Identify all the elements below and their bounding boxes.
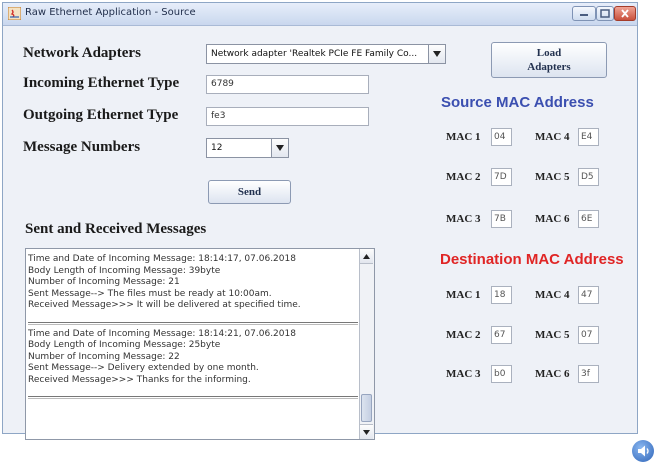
load-adapters-button[interactable]: Load Adapters: [491, 42, 607, 78]
message-numbers-value: 12: [211, 143, 223, 153]
main-panel: Network Adapters Incoming Ethernet Type …: [3, 26, 637, 440]
dest-mac4-input[interactable]: 47: [578, 286, 599, 304]
chevron-up-icon: [363, 253, 370, 259]
network-adapter-select[interactable]: Network adapter 'Realtek PCIe FE Family …: [206, 44, 446, 64]
maximize-button[interactable]: [596, 6, 614, 21]
network-adapters-label: Network Adapters: [23, 45, 141, 61]
window-title: Raw Ethernet Application - Source: [25, 7, 196, 18]
source-mac1-input[interactable]: 04: [491, 128, 512, 146]
outgoing-type-input[interactable]: fe3: [206, 107, 369, 126]
minimize-button[interactable]: [572, 6, 596, 21]
message-line: Sent Message--> Delivery extended by one…: [28, 363, 259, 373]
minimize-icon: [580, 14, 588, 16]
title-bar[interactable]: Raw Ethernet Application - Source: [3, 3, 637, 26]
source-mac2-input[interactable]: 7D: [491, 168, 512, 186]
scroll-down-button[interactable]: [360, 424, 373, 439]
source-mac1-label: MAC 1: [446, 131, 481, 143]
dest-mac5-input[interactable]: 07: [578, 326, 599, 344]
message-block-2: Time and Date of Incoming Message: 18:14…: [28, 329, 358, 387]
speaker-icon: [638, 445, 649, 457]
message-separator: [28, 396, 358, 399]
chevron-down-icon: [363, 429, 370, 435]
message-line: Body Length of Incoming Message: 25byte: [28, 340, 221, 350]
close-button[interactable]: [614, 6, 636, 21]
incoming-type-label: Incoming Ethernet Type: [23, 75, 180, 91]
dest-mac3-input[interactable]: b0: [491, 365, 512, 383]
java-app-icon: [8, 7, 21, 20]
chevron-down-icon: [433, 51, 441, 57]
source-mac6-input[interactable]: 6E: [578, 210, 599, 228]
dest-mac1-input[interactable]: 18: [491, 286, 512, 304]
dest-mac4-label: MAC 4: [535, 289, 570, 301]
app-window: Raw Ethernet Application - Source Networ…: [2, 2, 638, 440]
dest-mac6-input[interactable]: 3f: [578, 365, 599, 383]
source-mac4-input[interactable]: E4: [578, 128, 599, 146]
message-line: Received Message>>> It will be delivered…: [28, 300, 301, 310]
maximize-icon: [600, 9, 610, 18]
close-icon: [621, 9, 629, 18]
source-mac5-label: MAC 5: [535, 171, 570, 183]
source-mac6-label: MAC 6: [535, 213, 570, 225]
network-adapter-value: Network adapter 'Realtek PCIe FE Family …: [211, 49, 418, 59]
source-mac-title: Source MAC Address: [441, 94, 594, 111]
send-button[interactable]: Send: [208, 180, 291, 204]
message-numbers-select[interactable]: 12: [206, 138, 289, 158]
message-line: Time and Date of Incoming Message: 18:14…: [28, 328, 296, 339]
dest-mac5-label: MAC 5: [535, 329, 570, 341]
messages-content: Time and Date of Incoming Message: 18:14…: [28, 254, 358, 403]
chevron-down-icon: [276, 145, 284, 151]
messages-title: Sent and Received Messages: [25, 221, 207, 237]
dropdown-button[interactable]: [428, 45, 445, 63]
dest-mac6-label: MAC 6: [535, 368, 570, 380]
scroll-thumb[interactable]: [361, 394, 372, 422]
vertical-scrollbar[interactable]: [359, 249, 374, 439]
message-line: Received Message>>> Thanks for the infor…: [28, 374, 251, 385]
messages-textarea[interactable]: Time and Date of Incoming Message: 18:14…: [25, 248, 375, 440]
message-numbers-label: Message Numbers: [23, 139, 141, 155]
message-line: Sent Message--> The files must be ready …: [28, 288, 272, 299]
message-block-1: Time and Date of Incoming Message: 18:14…: [28, 254, 358, 312]
dropdown-button[interactable]: [271, 139, 288, 157]
message-line: Time and Date of Incoming Message: 18:14…: [28, 254, 296, 264]
source-mac2-label: MAC 2: [446, 171, 481, 183]
dest-mac1-label: MAC 1: [446, 289, 481, 301]
source-mac4-label: MAC 4: [535, 131, 570, 143]
source-mac3-label: MAC 3: [446, 213, 481, 225]
message-line: Number of Incoming Message: 22: [28, 351, 180, 362]
scroll-up-button[interactable]: [360, 249, 373, 264]
source-mac5-input[interactable]: D5: [578, 168, 599, 186]
incoming-type-input[interactable]: 6789: [206, 75, 369, 94]
dest-mac3-label: MAC 3: [446, 368, 481, 380]
destination-mac-title: Destination MAC Address: [440, 251, 624, 268]
message-separator: [28, 321, 358, 325]
source-mac3-input[interactable]: 7B: [491, 210, 512, 228]
dest-mac2-label: MAC 2: [446, 329, 481, 341]
outgoing-type-label: Outgoing Ethernet Type: [23, 107, 179, 123]
speaker-tray-button[interactable]: [632, 440, 654, 462]
message-line: Number of Incoming Message: 21: [28, 277, 180, 287]
message-line: Body Length of Incoming Message: 39byte: [28, 265, 221, 276]
dest-mac2-input[interactable]: 67: [491, 326, 512, 344]
